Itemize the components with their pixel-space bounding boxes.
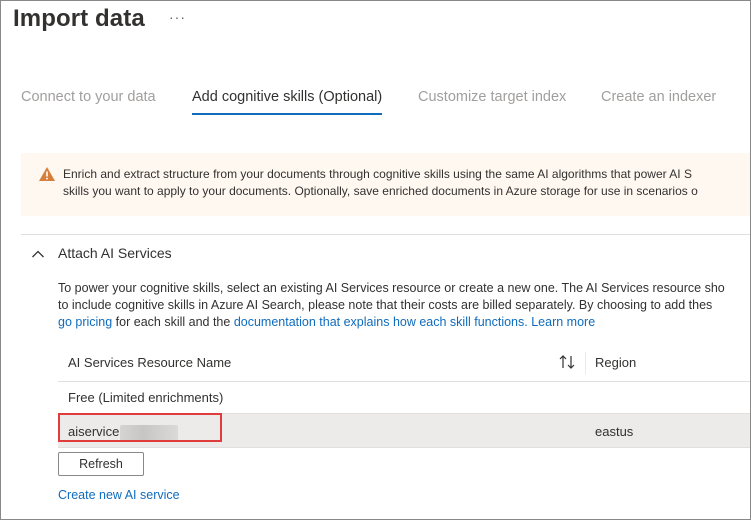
section-description: To power your cognitive skills, select a… [58,280,750,331]
info-banner-text: Enrich and extract structure from your d… [63,166,750,200]
tab-create-an-indexer[interactable]: Create an indexer [601,89,716,113]
resource-name-cell: Free (Limited enrichments) [68,390,224,405]
grid-header: AI Services Resource Name Region [58,344,750,382]
selection-highlight-box [58,413,222,442]
sort-icon[interactable] [558,353,576,371]
page-title: Import data [13,5,145,32]
description-text: for each skill and the [112,315,234,329]
column-separator [585,352,586,374]
documentation-link[interactable]: documentation that explains how each ski… [234,315,528,329]
warning-icon [39,167,55,181]
description-line-3: go pricing for each skill and the docume… [58,314,750,331]
learn-more-link[interactable]: Learn more [531,315,595,329]
tab-customize-target-index[interactable]: Customize target index [418,89,566,113]
chevron-up-icon[interactable] [31,249,45,259]
info-banner-line-1: Enrich and extract structure from your d… [63,167,692,181]
info-banner: Enrich and extract structure from your d… [21,153,750,216]
table-row[interactable]: Free (Limited enrichments) [58,382,750,414]
refresh-button[interactable]: Refresh [58,452,144,476]
column-header-region[interactable]: Region [595,355,636,370]
description-line-2: to include cognitive skills in Azure AI … [58,298,713,312]
tab-add-cognitive-skills[interactable]: Add cognitive skills (Optional) [192,89,383,115]
create-new-ai-service-link[interactable]: Create new AI service [58,488,180,502]
info-banner-line-2: skills you want to apply to your documen… [63,184,698,198]
wizard-tabs: Connect to your data Add cognitive skill… [1,89,750,119]
region-cell: eastus [595,424,634,439]
more-options-icon[interactable]: ··· [169,9,186,25]
pricing-link[interactable]: go pricing [58,315,112,329]
column-header-name[interactable]: AI Services Resource Name [68,355,231,370]
description-line-1: To power your cognitive skills, select a… [58,281,725,295]
tab-connect-to-your-data[interactable]: Connect to your data [21,89,156,113]
import-data-panel: Import data ··· Connect to your data Add… [0,0,751,520]
section-title: Attach AI Services [58,245,172,261]
section-divider [21,234,750,235]
